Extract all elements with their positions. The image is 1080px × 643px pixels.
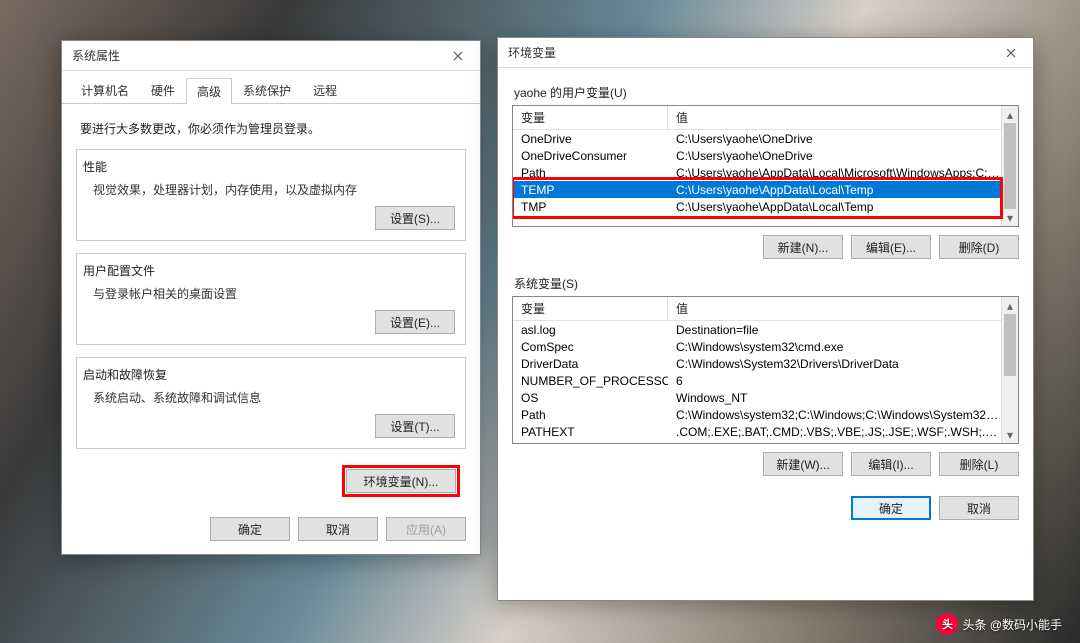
system-edit-button[interactable]: 编辑(I)...: [851, 452, 931, 476]
cell-value: C:\Users\yaohe\OneDrive: [668, 149, 1001, 163]
table-row[interactable]: NUMBER_OF_PROCESSORS6: [513, 372, 1001, 389]
cell-value: 6: [668, 374, 1001, 388]
cell-variable: Path: [513, 408, 668, 422]
tab-advanced[interactable]: 高级: [186, 78, 232, 104]
cell-value: C:\Users\yaohe\AppData\Local\Temp: [668, 200, 1001, 214]
cell-value: Destination=file: [668, 323, 1001, 337]
window-title: 系统属性: [72, 47, 120, 64]
cell-variable: TMP: [513, 200, 668, 214]
system-variables-table[interactable]: 变量 值 asl.logDestination=fileComSpecC:\Wi…: [512, 296, 1019, 444]
tab-system-protection[interactable]: 系统保护: [232, 77, 302, 103]
startup-title: 启动和故障恢复: [83, 366, 455, 383]
watermark: 头 头条 @数码小能手: [936, 613, 1062, 635]
tab-computer-name[interactable]: 计算机名: [70, 77, 140, 103]
userprofile-desc: 与登录帐户相关的桌面设置: [93, 285, 455, 302]
table-row[interactable]: OSWindows_NT: [513, 389, 1001, 406]
cell-variable: OS: [513, 391, 668, 405]
system-variables-label: 系统变量(S): [514, 275, 1019, 292]
table-row[interactable]: OneDriveConsumerC:\Users\yaohe\OneDrive: [513, 147, 1001, 164]
cell-variable: asl.log: [513, 323, 668, 337]
system-new-button[interactable]: 新建(W)...: [763, 452, 843, 476]
cancel-button[interactable]: 取消: [939, 496, 1019, 520]
userprofile-settings-button[interactable]: 设置(E)...: [375, 310, 455, 334]
system-properties-dialog: 系统属性 计算机名 硬件 高级 系统保护 远程 要进行大多数更改，你必须作为管理…: [61, 40, 481, 555]
apply-button[interactable]: 应用(A): [386, 517, 466, 541]
cell-variable: NUMBER_OF_PROCESSORS: [513, 374, 668, 388]
column-variable[interactable]: 变量: [513, 106, 668, 129]
environment-variables-button[interactable]: 环境变量(N)...: [346, 469, 456, 493]
user-delete-button[interactable]: 删除(D): [939, 235, 1019, 259]
titlebar[interactable]: 系统属性: [62, 41, 480, 71]
table-row[interactable]: PathC:\Users\yaohe\AppData\Local\Microso…: [513, 164, 1001, 181]
watermark-text: 头条 @数码小能手: [962, 616, 1062, 633]
admin-note: 要进行大多数更改，你必须作为管理员登录。: [80, 120, 466, 137]
annotation-highlight: 环境变量(N)...: [342, 465, 460, 497]
scrollbar[interactable]: ▴ ▾: [1001, 106, 1018, 226]
close-button[interactable]: [993, 39, 1029, 67]
user-new-button[interactable]: 新建(N)...: [763, 235, 843, 259]
cell-value: C:\Users\yaohe\OneDrive: [668, 132, 1001, 146]
userprofile-title: 用户配置文件: [83, 262, 455, 279]
table-row[interactable]: DriverDataC:\Windows\System32\Drivers\Dr…: [513, 355, 1001, 372]
table-row[interactable]: TEMPC:\Users\yaohe\AppData\Local\Temp: [513, 181, 1001, 198]
table-row[interactable]: TMPC:\Users\yaohe\AppData\Local\Temp: [513, 198, 1001, 215]
performance-settings-button[interactable]: 设置(S)...: [375, 206, 455, 230]
ok-button[interactable]: 确定: [210, 517, 290, 541]
cell-variable: PATHEXT: [513, 425, 668, 439]
user-variables-table[interactable]: 变量 值 OneDriveC:\Users\yaohe\OneDriveOneD…: [512, 105, 1019, 227]
window-title: 环境变量: [508, 44, 556, 61]
cell-variable: OneDrive: [513, 132, 668, 146]
performance-desc: 视觉效果，处理器计划，内存使用，以及虚拟内存: [93, 181, 455, 198]
column-value[interactable]: 值: [668, 297, 1018, 320]
toutiao-logo-icon: 头: [936, 613, 958, 635]
column-variable[interactable]: 变量: [513, 297, 668, 320]
close-icon: [1006, 48, 1016, 58]
column-value[interactable]: 值: [668, 106, 1018, 129]
dialog-footer: 确定 取消 应用(A): [62, 507, 480, 551]
system-delete-button[interactable]: 删除(L): [939, 452, 1019, 476]
scroll-up-icon[interactable]: ▴: [1002, 106, 1018, 123]
performance-group: 性能 视觉效果，处理器计划，内存使用，以及虚拟内存 设置(S)...: [76, 149, 466, 241]
tab-strip: 计算机名 硬件 高级 系统保护 远程: [62, 71, 480, 104]
cell-value: .COM;.EXE;.BAT;.CMD;.VBS;.VBE;.JS;.JSE;.…: [668, 425, 1001, 439]
user-variables-label: yaohe 的用户变量(U): [514, 84, 1019, 101]
tab-remote[interactable]: 远程: [302, 77, 348, 103]
scroll-down-icon[interactable]: ▾: [1002, 209, 1018, 226]
cell-value: C:\Windows\system32\cmd.exe: [668, 340, 1001, 354]
environment-variables-dialog: 环境变量 yaohe 的用户变量(U) 变量 值 OneDriveC:\User…: [497, 37, 1034, 601]
close-icon: [453, 51, 463, 61]
cell-variable: Path: [513, 166, 668, 180]
scroll-down-icon[interactable]: ▾: [1002, 426, 1018, 443]
scroll-up-icon[interactable]: ▴: [1002, 297, 1018, 314]
close-button[interactable]: [440, 42, 476, 70]
user-edit-button[interactable]: 编辑(E)...: [851, 235, 931, 259]
cell-value: C:\Windows\System32\Drivers\DriverData: [668, 357, 1001, 371]
cell-value: C:\Users\yaohe\AppData\Local\Microsoft\W…: [668, 166, 1001, 180]
table-row[interactable]: PathC:\Windows\system32;C:\Windows;C:\Wi…: [513, 406, 1001, 423]
tab-hardware[interactable]: 硬件: [140, 77, 186, 103]
cell-value: C:\Windows\system32;C:\Windows;C:\Window…: [668, 408, 1001, 422]
cell-variable: TEMP: [513, 183, 668, 197]
scrollbar[interactable]: ▴ ▾: [1001, 297, 1018, 443]
ok-button[interactable]: 确定: [851, 496, 931, 520]
table-row[interactable]: OneDriveC:\Users\yaohe\OneDrive: [513, 130, 1001, 147]
cell-value: C:\Users\yaohe\AppData\Local\Temp: [668, 183, 1001, 197]
titlebar[interactable]: 环境变量: [498, 38, 1033, 68]
startup-desc: 系统启动、系统故障和调试信息: [93, 389, 455, 406]
startup-settings-button[interactable]: 设置(T)...: [375, 414, 455, 438]
startup-group: 启动和故障恢复 系统启动、系统故障和调试信息 设置(T)...: [76, 357, 466, 449]
cell-variable: OneDriveConsumer: [513, 149, 668, 163]
performance-title: 性能: [83, 158, 455, 175]
cancel-button[interactable]: 取消: [298, 517, 378, 541]
userprofile-group: 用户配置文件 与登录帐户相关的桌面设置 设置(E)...: [76, 253, 466, 345]
table-row[interactable]: PATHEXT.COM;.EXE;.BAT;.CMD;.VBS;.VBE;.JS…: [513, 423, 1001, 440]
table-row[interactable]: asl.logDestination=file: [513, 321, 1001, 338]
cell-variable: ComSpec: [513, 340, 668, 354]
cell-variable: DriverData: [513, 357, 668, 371]
table-row[interactable]: ComSpecC:\Windows\system32\cmd.exe: [513, 338, 1001, 355]
cell-value: Windows_NT: [668, 391, 1001, 405]
